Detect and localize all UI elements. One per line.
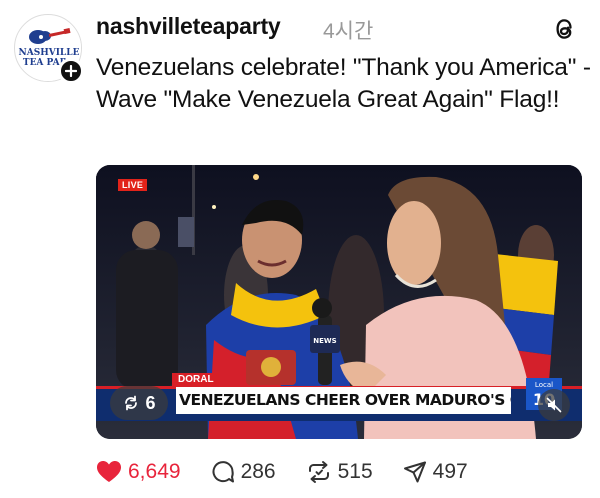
like-button[interactable]: 6,649	[96, 460, 181, 484]
repost-icon	[308, 461, 329, 483]
post-timestamp: 4시간	[323, 20, 374, 43]
carousel-count: 6	[145, 392, 156, 413]
send-icon	[403, 461, 426, 483]
post-actions: 6,649 286 515 497	[96, 456, 498, 488]
post-caption: Venezuelans celebrate! "Thank you Americ…	[96, 54, 591, 113]
mute-button[interactable]	[538, 389, 570, 421]
share-count: 497	[432, 460, 468, 483]
reply-button[interactable]: 286	[211, 460, 276, 484]
carousel-repeat-icon	[125, 395, 138, 411]
reply-count: 286	[240, 460, 276, 483]
post-video[interactable]: NEWS LIVE DORAL VENEZUELANS CHEER OVER M…	[96, 165, 582, 439]
carousel-count-button[interactable]: 6	[110, 386, 168, 420]
heart-filled-icon	[97, 461, 121, 482]
news-headline-text: VENEZUELANS CHEER OVER MADURO'S CAPTURE	[179, 391, 511, 409]
speech-bubble-icon	[212, 461, 234, 483]
author-avatar[interactable]: NASHVILLE TEA PAR	[14, 14, 84, 84]
live-badge: LIVE	[118, 179, 148, 191]
repost-button[interactable]: 515	[306, 460, 373, 484]
repost-count: 515	[337, 460, 373, 483]
author-username[interactable]: nashvilleteaparty	[96, 13, 281, 40]
like-count: 6,649	[128, 460, 181, 483]
news-headline: VENEZUELANS CHEER OVER MADURO'S CAPTURE	[176, 387, 511, 414]
threads-logo-icon[interactable]	[551, 15, 577, 43]
mic-flag-label: NEWS	[313, 337, 336, 345]
share-button[interactable]: 497	[403, 460, 468, 484]
follow-button[interactable]	[58, 58, 84, 84]
location-tag: DORAL	[172, 373, 220, 386]
station-label: Local	[535, 381, 553, 389]
plus-icon	[65, 65, 77, 77]
speaker-muted-icon	[546, 397, 562, 413]
avatar-text-line1: NASHVILLE	[19, 48, 80, 58]
